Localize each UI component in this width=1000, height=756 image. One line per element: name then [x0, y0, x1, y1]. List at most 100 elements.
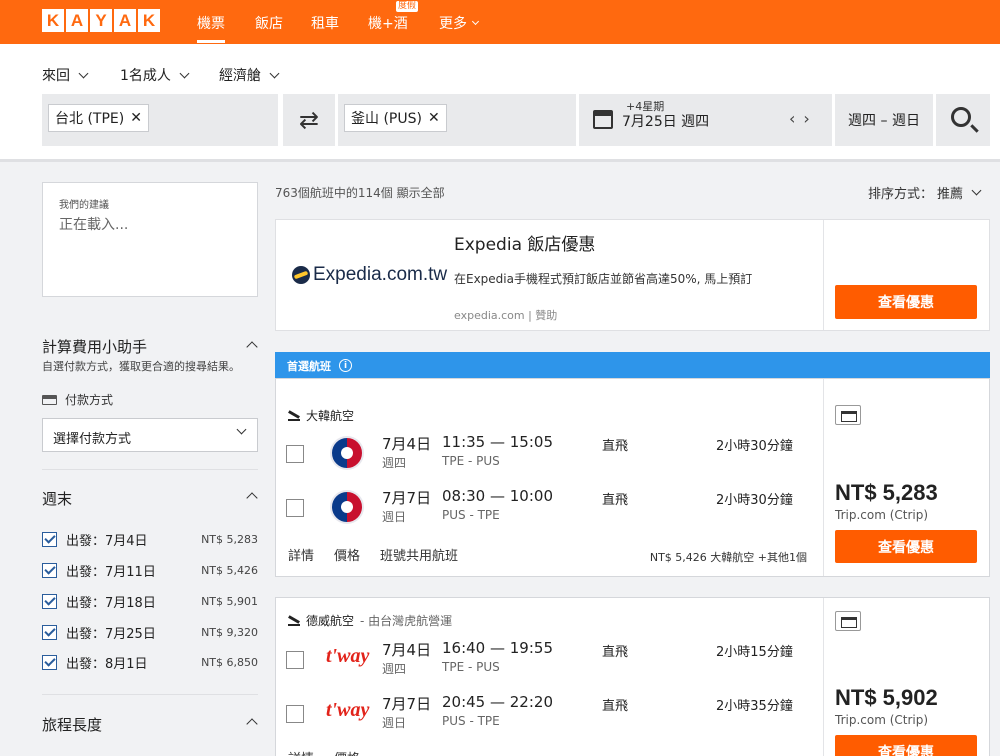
leg-weekday: 週日	[382, 716, 407, 730]
weekend-title[interactable]: 週末	[42, 488, 72, 509]
details-link[interactable]: 詳情	[288, 748, 314, 756]
weekend-option[interactable]: 出發：7月18日 NT$ 5,901	[42, 591, 258, 611]
holiday-badge: 度假	[396, 1, 419, 12]
logo-letter: A	[66, 9, 88, 32]
bag-fees-icon[interactable]	[835, 611, 861, 631]
checkbox-checked[interactable]	[42, 654, 57, 670]
leg-weekday: 週日	[382, 510, 407, 524]
divider	[42, 469, 258, 470]
airplane-icon	[288, 410, 300, 422]
flight-result-card[interactable]: 大韓航空 7月4日 週四 11:35 — 15:05 TPE - PUS 直飛 …	[275, 378, 990, 577]
korean-air-logo	[330, 490, 364, 524]
leg-stops: 直飛	[602, 699, 629, 714]
close-icon[interactable]: ✕	[428, 110, 440, 126]
bag-fees-icon[interactable]	[835, 405, 861, 425]
nav-hotels[interactable]: 飯店	[255, 13, 283, 33]
search-icon	[951, 107, 971, 127]
ad-title: Expedia 飯店優惠	[454, 235, 596, 255]
credit-card-icon	[42, 394, 57, 405]
leg-stops: 直飛	[602, 493, 629, 508]
view-deal-button[interactable]: 查看優惠	[835, 530, 977, 563]
nav-more[interactable]: 更多	[439, 13, 480, 33]
search-button[interactable]	[936, 94, 990, 146]
sponsored-ad[interactable]: Expedia.com.tw Expedia 飯店優惠 在Expedia手機程式…	[275, 219, 990, 331]
leg-times: 08:30 — 10:00	[442, 487, 553, 505]
weekend-option-label: 出發：7月18日	[66, 595, 156, 611]
trip-length-title[interactable]: 旅程長度	[42, 714, 102, 735]
weekend-option-price: NT$ 5,283	[201, 532, 258, 546]
flight-result-card[interactable]: 德威航空 - 由台灣虎航營運 t'way 7月4日 週四 16:40 — 19:…	[275, 597, 990, 756]
flight-leg[interactable]: t'way 7月7日 週日 20:45 — 22:20 PUS - TPE 直飛…	[286, 693, 816, 735]
leg-weekday: 週四	[382, 662, 407, 676]
flight-leg[interactable]: t'way 7月4日 週四 16:40 — 19:55 TPE - PUS 直飛…	[286, 639, 816, 681]
origin-chip[interactable]: 台北 (TPE) ✕	[48, 104, 149, 132]
weekday-range-field[interactable]: 週四 – 週日	[835, 94, 933, 146]
chevron-up-icon[interactable]	[246, 492, 258, 504]
weekend-option[interactable]: 出發：7月25日 NT$ 9,320	[42, 622, 258, 642]
weekend-option-label: 出發：7月11日	[66, 564, 156, 580]
flight-leg[interactable]: 7月4日 週四 11:35 — 15:05 TPE - PUS 直飛 2小時30…	[286, 433, 816, 475]
passengers-dropdown[interactable]: 1名成人	[120, 65, 190, 85]
payment-method-value: 選擇付款方式	[53, 432, 132, 447]
prices-link[interactable]: 價格	[334, 748, 360, 756]
nav-packages[interactable]: 機+酒	[368, 13, 408, 33]
codeshare-link[interactable]: 班號共用航班	[380, 545, 458, 564]
date-step-arrows[interactable]: ‹›	[789, 109, 818, 128]
weekend-option-label: 出發：7月25日	[66, 626, 156, 642]
airline-header: 大韓航空	[288, 407, 354, 424]
weekend-option[interactable]: 出發：7月4日 NT$ 5,283	[42, 529, 258, 549]
chevron-down-icon	[471, 17, 480, 25]
leg-airports: TPE - PUS	[442, 660, 500, 674]
trip-type-label: 來回	[42, 68, 70, 84]
leg-date: 7月7日	[382, 695, 432, 713]
sort-dropdown[interactable]: 排序方式： 推薦	[868, 183, 982, 202]
checkbox-checked[interactable]	[42, 593, 57, 609]
nav-cars[interactable]: 租車	[311, 13, 339, 33]
leg-duration: 2小時15分鐘	[716, 645, 793, 660]
provider-name: Trip.com (Ctrip)	[835, 508, 929, 522]
leg-checkbox[interactable]	[286, 651, 304, 669]
calendar-icon	[593, 110, 613, 129]
info-icon[interactable]: i	[339, 359, 352, 372]
destination-field[interactable]: 釜山 (PUS) ✕	[338, 94, 576, 146]
prices-link[interactable]: 價格	[334, 545, 360, 564]
payment-method-select[interactable]: 選擇付款方式	[42, 418, 258, 452]
weekend-option[interactable]: 出發：7月11日 NT$ 5,426	[42, 560, 258, 580]
swap-icon[interactable]: ⇄	[283, 94, 335, 146]
trip-type-dropdown[interactable]: 來回	[42, 65, 89, 85]
chevron-up-icon[interactable]	[246, 341, 258, 353]
view-deal-button[interactable]: 查看優惠	[835, 735, 977, 756]
logo-letter: K	[138, 9, 160, 32]
leg-stops: 直飛	[602, 645, 629, 660]
leg-checkbox[interactable]	[286, 705, 304, 723]
flight-leg[interactable]: 7月7日 週日 08:30 — 10:00 PUS - TPE 直飛 2小時30…	[286, 487, 816, 529]
checkbox-checked[interactable]	[42, 624, 57, 640]
weekend-option-price: NT$ 9,320	[201, 625, 258, 639]
checkbox-checked[interactable]	[42, 562, 57, 578]
airplane-icon	[288, 615, 300, 627]
date-field[interactable]: +4星期 7月25日 週四 ‹›	[579, 94, 832, 146]
airline-header: 德威航空 - 由台灣虎航營運	[288, 612, 452, 629]
weekend-option[interactable]: 出發：8月1日 NT$ 6,850	[42, 652, 258, 672]
nav-flights[interactable]: 機票	[197, 13, 225, 43]
view-deal-button[interactable]: 查看優惠	[835, 285, 977, 319]
chevron-down-icon	[971, 185, 982, 196]
cabin-dropdown[interactable]: 經濟艙	[219, 65, 280, 85]
origin-field[interactable]: 台北 (TPE) ✕	[42, 94, 278, 146]
flight-price: NT$ 5,283	[835, 480, 938, 505]
logo-letter: K	[42, 9, 64, 32]
leg-checkbox[interactable]	[286, 445, 304, 463]
destination-chip[interactable]: 釜山 (PUS) ✕	[344, 104, 447, 132]
kayak-logo[interactable]: K A Y A K	[42, 9, 162, 32]
leg-checkbox[interactable]	[286, 499, 304, 517]
results-count[interactable]: 763個航班中的114個 顯示全部	[275, 184, 445, 201]
fee-helper-title[interactable]: 計算費用小助手	[42, 336, 147, 357]
checkbox-checked[interactable]	[42, 531, 57, 547]
korean-air-logo	[330, 436, 364, 470]
close-icon[interactable]: ✕	[130, 110, 142, 126]
chevron-up-icon[interactable]	[246, 718, 258, 730]
details-link[interactable]: 詳情	[288, 545, 314, 564]
other-offers-note[interactable]: NT$ 5,426 大韓航空 +其他1個	[650, 549, 807, 565]
ad-source: expedia.com | 贊助	[454, 309, 558, 322]
leg-times: 11:35 — 15:05	[442, 433, 553, 451]
